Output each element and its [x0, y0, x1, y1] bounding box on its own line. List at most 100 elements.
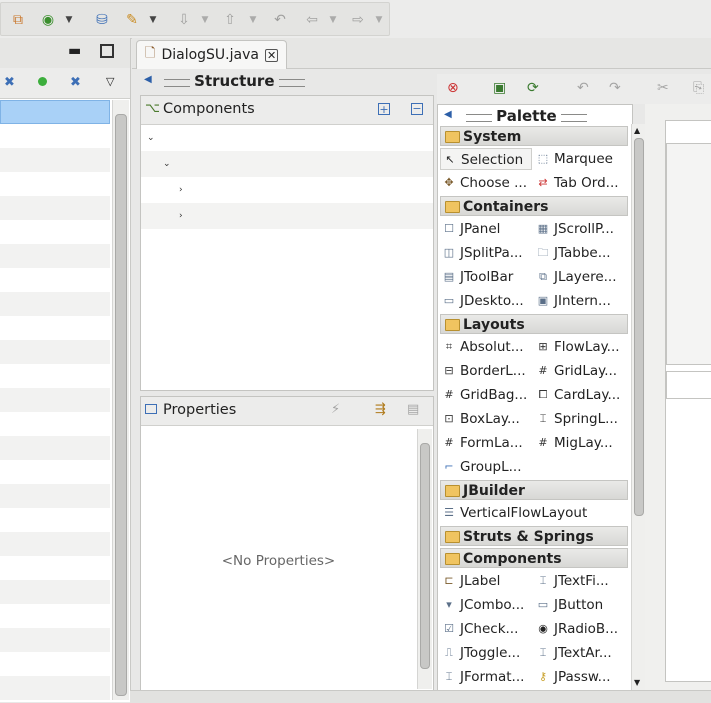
- collapse-all-icon[interactable]: −: [411, 103, 423, 115]
- connect-icon[interactable]: ⛁: [91, 9, 113, 31]
- list-item[interactable]: [0, 484, 110, 508]
- list-item[interactable]: [0, 100, 110, 124]
- palette-item-marquee[interactable]: ⬚ Marquee: [534, 148, 630, 170]
- design-canvas[interactable]: [645, 104, 711, 690]
- palette-item-jinternalframe[interactable]: ▣ JIntern...: [534, 290, 630, 312]
- palette-item-card-layout[interactable]: ⧠ CardLay...: [534, 384, 630, 406]
- status-dot-icon[interactable]: [38, 77, 47, 86]
- palette-item-jcombobox[interactable]: ▾ JCombo...: [440, 594, 532, 616]
- list-item[interactable]: [0, 508, 110, 532]
- palette-item-jpasswordfield[interactable]: ⚷ JPassw...: [534, 666, 630, 688]
- palette-item-gridbag-layout[interactable]: # GridBag...: [440, 384, 532, 406]
- palette-item-flow-layout[interactable]: ⊞ FlowLay...: [534, 336, 630, 358]
- palette-item-grid-layout[interactable]: # GridLay...: [534, 360, 630, 382]
- test-gui-icon[interactable]: ▣: [493, 80, 506, 96]
- palette-item-box-layout[interactable]: ⊡ BoxLay...: [440, 408, 532, 430]
- palette-item-jlabel[interactable]: ⊏ JLabel: [440, 570, 532, 592]
- refresh-run-icon[interactable]: ◉: [37, 9, 59, 31]
- chevron-down-icon[interactable]: ⌄: [163, 159, 171, 169]
- list-item[interactable]: [0, 340, 110, 364]
- palette-item-jbutton[interactable]: ▭ JButton: [534, 594, 630, 616]
- tree-node[interactable]: ›: [141, 203, 433, 229]
- maximize-icon[interactable]: [100, 44, 114, 58]
- list-item[interactable]: [0, 124, 110, 148]
- design-frame[interactable]: [665, 120, 711, 682]
- list-item[interactable]: [0, 388, 110, 412]
- palette-item-jtoolbar[interactable]: ▤ JToolBar: [440, 266, 532, 288]
- list-item[interactable]: [0, 580, 110, 604]
- bottom-scrollbar[interactable]: [130, 690, 711, 703]
- prev-annotation-icon[interactable]: ⇧: [219, 9, 241, 31]
- palette-item-jsplitpane[interactable]: ◫ JSplitPa...: [440, 242, 532, 264]
- minimize-icon[interactable]: ▬: [68, 44, 82, 58]
- list-item[interactable]: [0, 436, 110, 460]
- menu-icon[interactable]: ▤: [407, 402, 419, 417]
- list-item[interactable]: [0, 148, 110, 172]
- forward-icon[interactable]: ⇨: [347, 9, 369, 31]
- tab-dialogsu-java[interactable]: 🗋 DialogSU.java ✕: [136, 40, 288, 69]
- list-item[interactable]: [0, 220, 110, 244]
- palette-item-border-layout[interactable]: ⊟ BorderL...: [440, 360, 532, 382]
- chevron-right-icon[interactable]: ›: [179, 185, 183, 195]
- grip-icon[interactable]: [278, 78, 305, 87]
- tree-node[interactable]: ⌄: [141, 151, 433, 177]
- palette-item-jtextarea[interactable]: ⌶ JTextAr...: [534, 642, 630, 664]
- list-item[interactable]: [0, 412, 110, 436]
- package-icon[interactable]: ⧉: [7, 9, 29, 31]
- list-item[interactable]: [0, 244, 110, 268]
- list-item[interactable]: [0, 556, 110, 580]
- tree-node[interactable]: ›: [141, 177, 433, 203]
- tree-node[interactable]: ⌄: [141, 125, 433, 151]
- next-annotation-icon[interactable]: ⇩: [173, 9, 195, 31]
- list-item[interactable]: [0, 316, 110, 340]
- list-item[interactable]: [0, 196, 110, 220]
- palette-category-components[interactable]: Components: [440, 548, 628, 568]
- list-item[interactable]: [0, 292, 110, 316]
- chevron-down-icon[interactable]: ⌄: [147, 133, 155, 143]
- chevron-down-icon[interactable]: ▼: [327, 9, 339, 31]
- back-icon[interactable]: ⇦: [301, 9, 323, 31]
- collapse-arrow-icon[interactable]: ◀: [444, 109, 452, 120]
- palette-item-jcheckbox[interactable]: ☑ JCheck...: [440, 618, 532, 640]
- list-item[interactable]: [0, 628, 110, 652]
- list-item[interactable]: [0, 364, 110, 388]
- palette-item-jscrollpane[interactable]: ▦ JScrollP...: [534, 218, 630, 240]
- list-item[interactable]: [0, 676, 110, 700]
- grip-icon[interactable]: [164, 78, 190, 87]
- palette-item-jradiobutton[interactable]: ◉ JRadioB...: [534, 618, 630, 640]
- list-item[interactable]: [0, 532, 110, 556]
- scroll-down-icon[interactable]: ▼: [634, 678, 640, 687]
- palette-item-jtextfield[interactable]: ⌶ JTextFi...: [534, 570, 630, 592]
- grip-icon[interactable]: [560, 113, 587, 122]
- remove-icon[interactable]: ✖: [70, 75, 81, 90]
- palette-item-jpanel[interactable]: ☐ JPanel: [440, 218, 532, 240]
- palette-item-group-layout[interactable]: ⌐ GroupL...: [440, 456, 532, 478]
- palette-item-jformattedtextfield[interactable]: ⌶ JFormat...: [440, 666, 532, 688]
- palette-item-vertical-flow-layout[interactable]: ☰ VerticalFlowLayout: [440, 502, 628, 524]
- left-scrollbar[interactable]: [112, 100, 129, 700]
- list-item[interactable]: [0, 268, 110, 292]
- palette-item-absolute-layout[interactable]: ⌗ Absolut...: [440, 336, 532, 358]
- palette-category-jbuilder[interactable]: JBuilder: [440, 480, 628, 500]
- redo-icon[interactable]: ↷: [609, 80, 621, 96]
- close-icon[interactable]: ✕: [264, 48, 279, 62]
- list-item[interactable]: [0, 604, 110, 628]
- frame-content[interactable]: [666, 143, 711, 365]
- scroll-up-icon[interactable]: ▲: [634, 126, 640, 135]
- palette-item-spring-layout[interactable]: ⌶ SpringL...: [534, 408, 630, 430]
- palette-item-jdesktoppane[interactable]: ▭ JDeskto...: [440, 290, 532, 312]
- palette-scrollbar[interactable]: ▲ ▼: [631, 124, 645, 690]
- palette-item-jtogglebutton[interactable]: ⎍ JToggle...: [440, 642, 532, 664]
- expand-all-icon[interactable]: +: [378, 103, 390, 115]
- palette-item-mig-layout[interactable]: # MigLay...: [534, 432, 630, 454]
- cut-icon[interactable]: ✂: [657, 80, 669, 96]
- palette-category-layouts[interactable]: Layouts: [440, 314, 628, 334]
- palette-item-jtabbedpane[interactable]: 🗀 JTabbe...: [534, 242, 630, 264]
- palette-category-system[interactable]: System: [440, 126, 628, 146]
- palette-category-struts-springs[interactable]: Struts & Springs: [440, 526, 628, 546]
- scrollbar-thumb[interactable]: [420, 443, 430, 669]
- undo-icon[interactable]: ↶: [577, 80, 589, 96]
- palette-item-choose[interactable]: ✥ Choose ...: [440, 172, 532, 194]
- properties-scrollbar[interactable]: [417, 429, 432, 689]
- chevron-down-icon[interactable]: ▼: [147, 9, 159, 31]
